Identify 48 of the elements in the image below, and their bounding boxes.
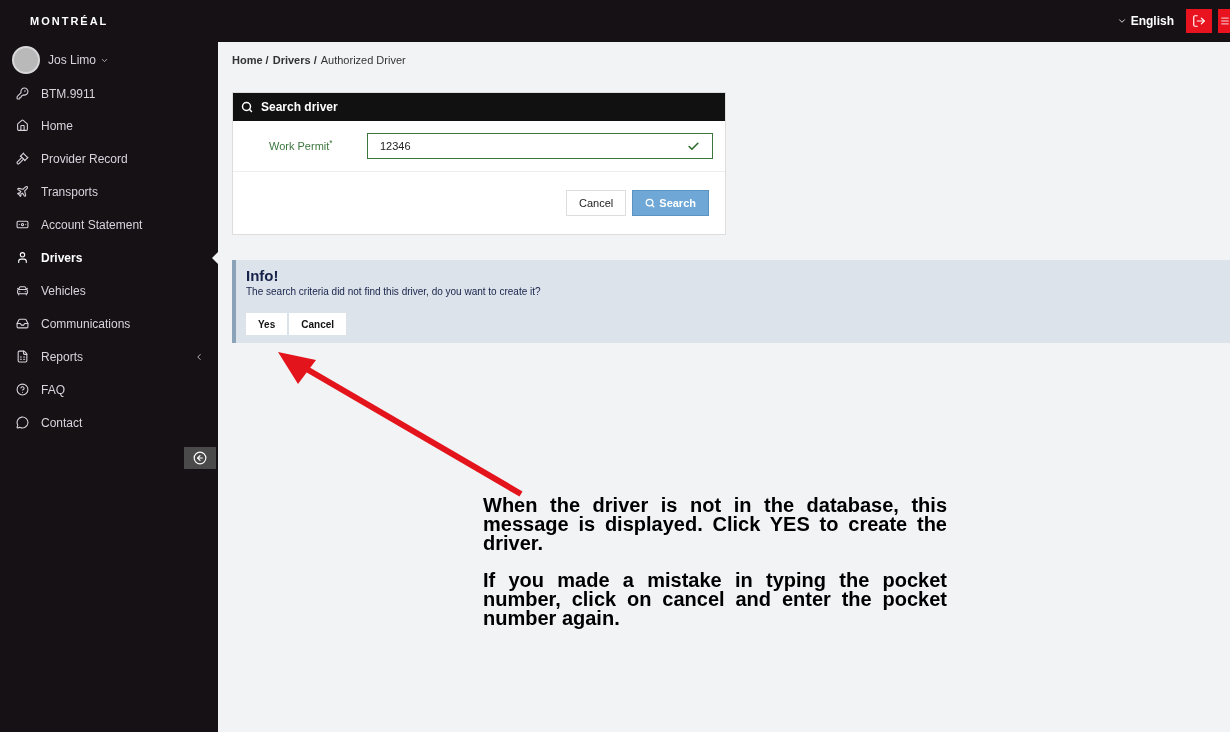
logout-button[interactable] <box>1186 9 1212 33</box>
sidebar-item[interactable]: Communications <box>0 307 218 340</box>
sidebar-item[interactable]: Account Statement <box>0 208 218 241</box>
sidebar-item[interactable]: Drivers <box>0 241 218 274</box>
sidebar-item[interactable]: Provider Record <box>0 142 218 175</box>
search-icon <box>645 198 656 208</box>
search-icon <box>241 101 253 113</box>
user-icon <box>16 251 29 264</box>
active-pointer <box>212 252 218 264</box>
sidebar-item[interactable]: Reports <box>0 340 218 373</box>
alert-title: Info! <box>246 268 280 284</box>
banknote-icon <box>16 218 29 231</box>
question-icon <box>16 383 29 396</box>
breadcrumb-link[interactable]: Home / <box>232 52 269 72</box>
alert-message: The search criteria did not find this driver, do you want to create it? <box>246 285 542 299</box>
menu-icon <box>1220 16 1230 26</box>
user-name[interactable]: Jos Limo <box>48 51 110 69</box>
cancel-button[interactable]: Cancel <box>566 190 627 216</box>
home-icon <box>16 119 29 132</box>
sidebar-item[interactable]: FAQ <box>0 373 218 406</box>
car-icon <box>16 284 29 297</box>
field-label: Work Permit$^{*}$ <box>269 137 334 154</box>
annotation-text: When the driver is not in the database, this message is displayed. Click YES to create the driver. <box>483 496 947 553</box>
language-selector[interactable]: English <box>1116 12 1174 30</box>
work-permit-field[interactable]: 12346 <box>367 133 713 159</box>
avatar <box>12 46 40 74</box>
inbox-icon <box>16 317 29 330</box>
yes-button[interactable]: Yes <box>246 313 288 335</box>
sidebar-item[interactable]: Home <box>0 109 218 142</box>
collapse-button[interactable] <box>184 447 216 469</box>
breadcrumb-link[interactable]: Drivers / <box>272 52 317 72</box>
panel-title: Search driver <box>261 99 338 116</box>
arrow-left-icon <box>193 451 207 465</box>
logout-icon <box>1192 14 1206 28</box>
speech-bubble-icon <box>16 416 29 429</box>
sidebar-item[interactable]: Vehicles <box>0 274 218 307</box>
spreadsheet-icon <box>16 350 29 363</box>
logo[interactable]: MONTRÉAL <box>30 12 109 30</box>
sidebar-item[interactable]: Contact <box>0 406 218 439</box>
chevron-down-icon <box>1116 16 1127 26</box>
key-icon <box>16 87 29 100</box>
menu-button[interactable] <box>1218 9 1230 33</box>
sidebar-item[interactable]: Transports <box>0 175 218 208</box>
cancel-button[interactable]: Cancel <box>289 313 347 335</box>
account-id: BTM.9911 <box>41 85 96 103</box>
plane-icon <box>16 185 29 198</box>
gavel-icon <box>16 152 29 165</box>
annotation-text: If you made a mistake in typing the pocket number, click on cancel and enter the pocket number again. <box>483 571 947 628</box>
